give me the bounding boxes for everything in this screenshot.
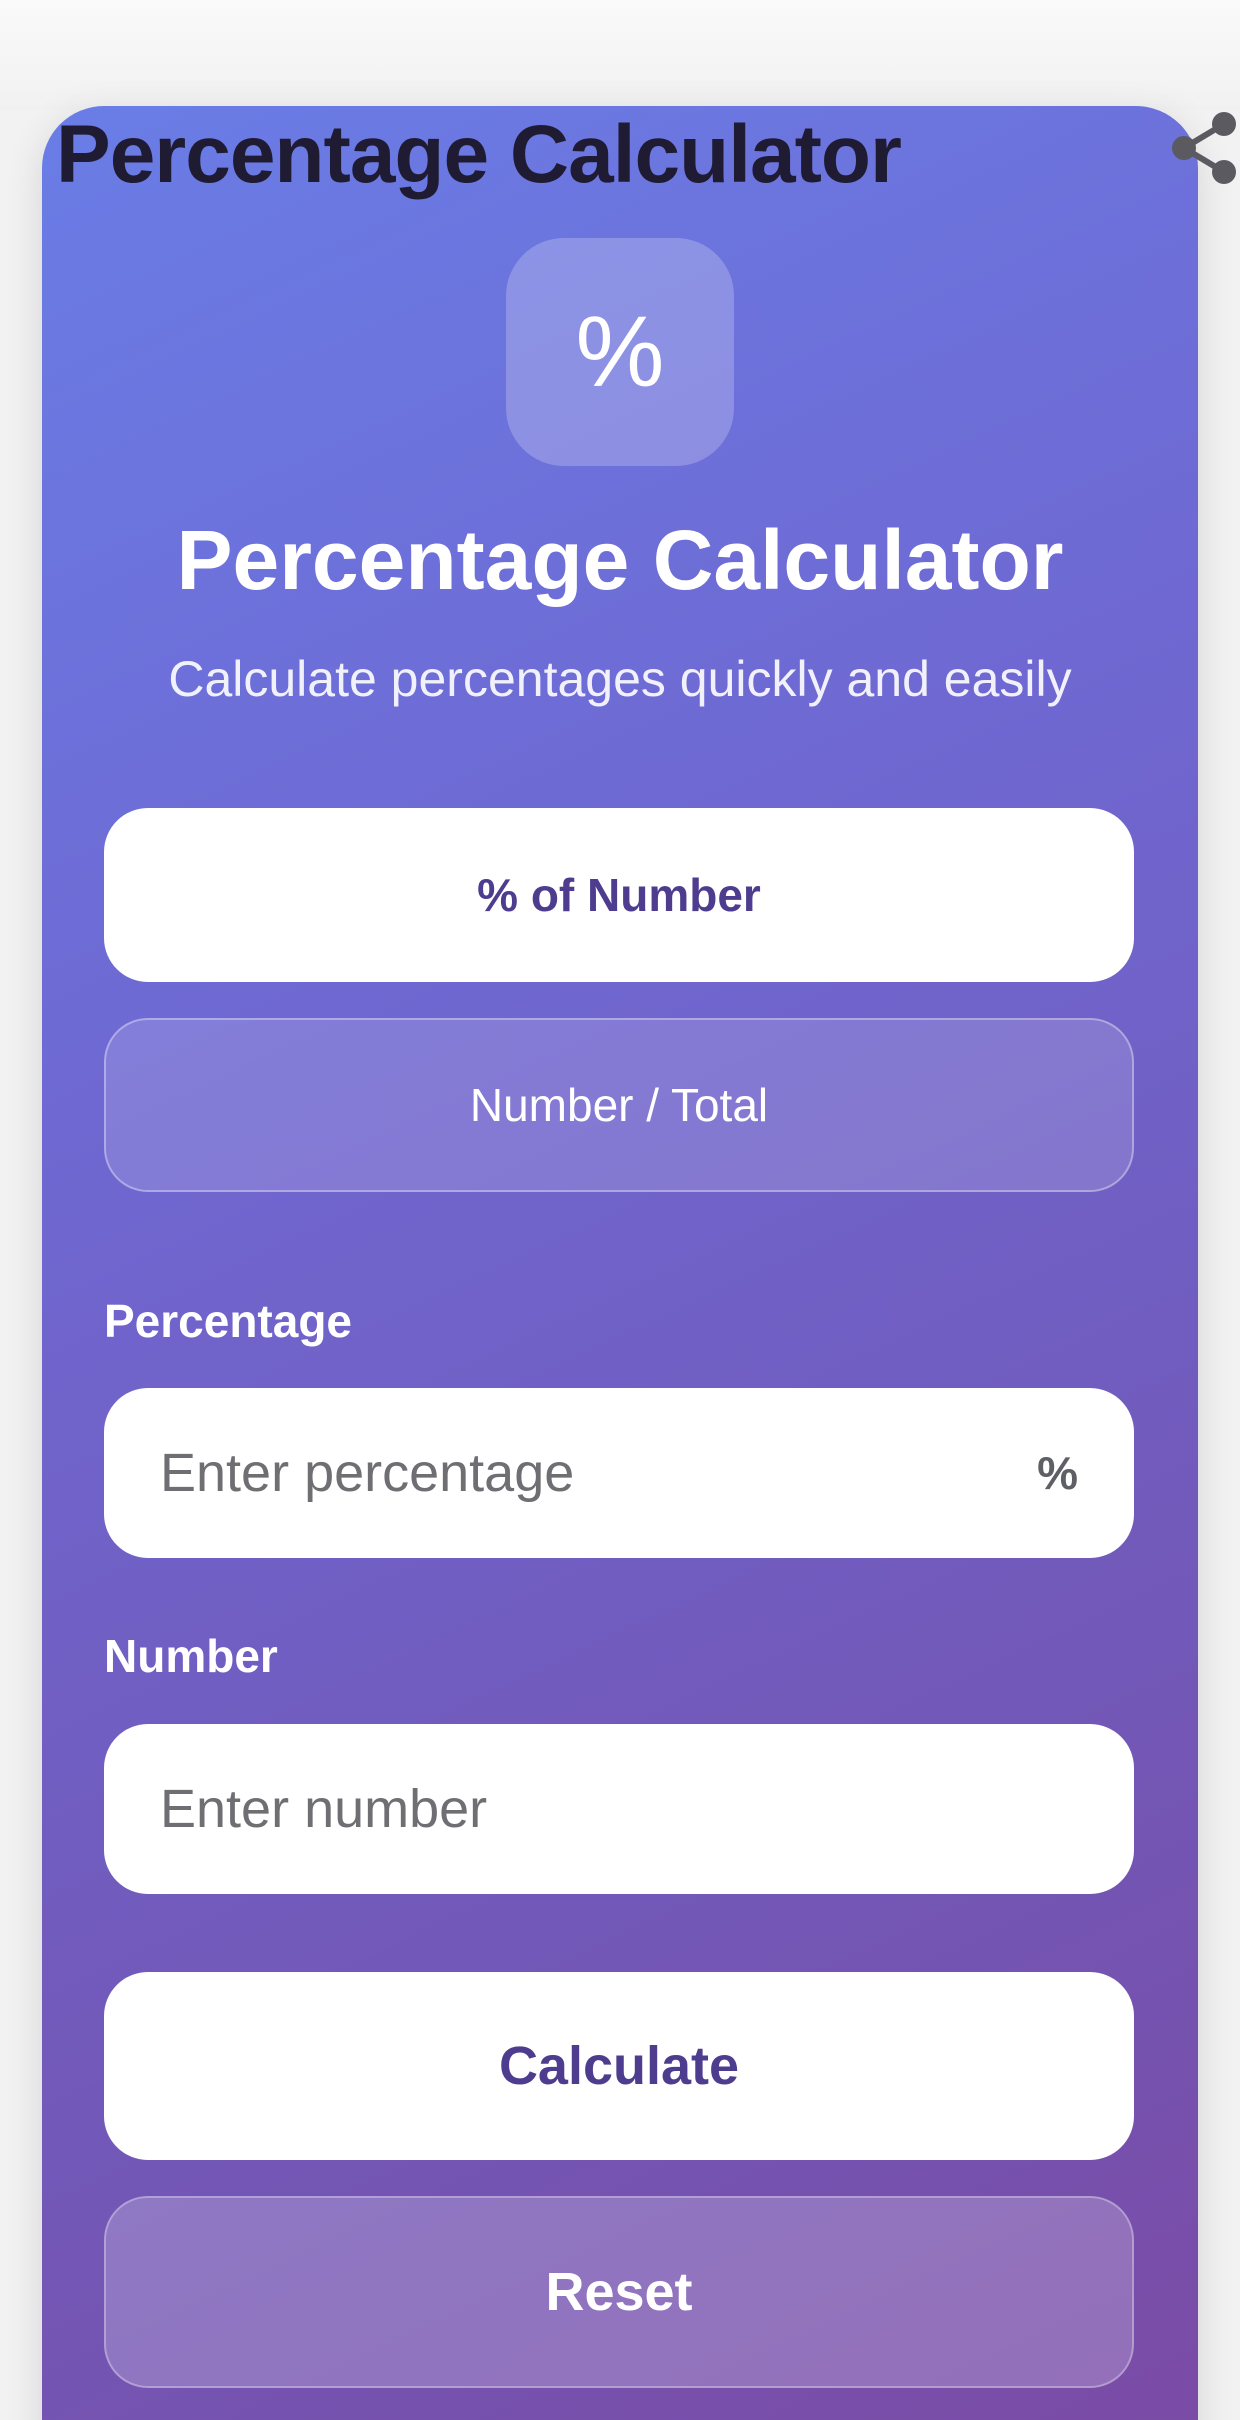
number-field-container bbox=[104, 1724, 1134, 1894]
percent-icon: % bbox=[506, 238, 734, 466]
page-title: Percentage Calculator bbox=[56, 109, 902, 200]
mode-label: % of Number bbox=[477, 869, 761, 921]
mode-percent-of-number-button[interactable]: % of Number bbox=[104, 808, 1134, 982]
status-area bbox=[0, 0, 1240, 110]
app-title: Percentage Calculator bbox=[176, 513, 1064, 607]
page: Percentage Calculator % Percentage Calcu… bbox=[0, 0, 1240, 2420]
percentage-input[interactable] bbox=[160, 1388, 1060, 1558]
mode-label: Number / Total bbox=[469, 1079, 769, 1131]
mode-number-over-total-button[interactable]: Number / Total bbox=[104, 1018, 1134, 1192]
reset-label: Reset bbox=[545, 2262, 693, 2322]
calculate-button[interactable]: Calculate bbox=[104, 1972, 1134, 2160]
number-input[interactable] bbox=[160, 1724, 1060, 1894]
calculate-label: Calculate bbox=[498, 2036, 740, 2096]
number-label: Number bbox=[104, 1630, 278, 1682]
percentage-label: Percentage bbox=[104, 1295, 353, 1347]
app-subtitle: Calculate percentages quickly and easily bbox=[168, 651, 1072, 707]
share-icon[interactable] bbox=[1164, 110, 1240, 190]
percent-suffix: % bbox=[1037, 1447, 1078, 1499]
percentage-field-container: % bbox=[104, 1388, 1134, 1558]
reset-button[interactable]: Reset bbox=[104, 2196, 1134, 2388]
percent-glyph: % bbox=[575, 295, 665, 408]
